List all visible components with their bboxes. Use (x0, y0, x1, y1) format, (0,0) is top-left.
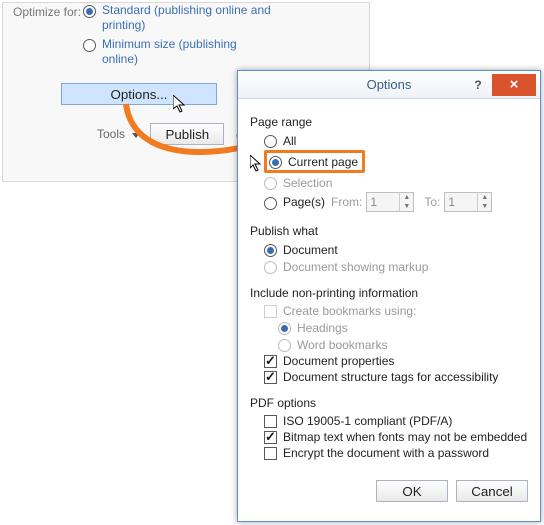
docprops-row[interactable]: Document properties (264, 354, 528, 368)
to-label: To: (424, 195, 440, 209)
structtags-label: Document structure tags for accessibilit… (283, 370, 498, 384)
docprops-label: Document properties (283, 354, 394, 368)
to-spinner[interactable]: ▲▼ (444, 192, 492, 212)
ok-button-label: OK (402, 484, 421, 499)
page-range-current-row[interactable]: Current page (264, 150, 528, 173)
radio-selection (264, 177, 277, 190)
page-range-current-label: Current page (288, 155, 358, 169)
ok-button[interactable]: OK (376, 480, 448, 502)
to-up[interactable]: ▲ (477, 193, 491, 202)
radio-all[interactable] (264, 135, 277, 148)
titlebar[interactable]: Options ? × (238, 71, 540, 99)
publish-markup-row: Document showing markup (264, 259, 528, 274)
cancel-button-label: Cancel (471, 484, 513, 499)
page-range-all-label: All (283, 134, 296, 148)
page-range-pages-label: Page(s) (283, 195, 331, 209)
wordbm-row: Word bookmarks (278, 337, 528, 352)
chk-encrypt[interactable] (264, 447, 277, 460)
bottom-row: Tools Publish (97, 123, 224, 145)
to-down[interactable]: ▼ (477, 202, 491, 211)
optimize-minimum-row[interactable]: Minimum size (publishing online) (83, 37, 272, 67)
radio-current[interactable] (269, 156, 282, 169)
optimize-standard-row[interactable]: Standard (publishing online and printing… (83, 3, 272, 33)
page-range-selection-label: Selection (283, 176, 332, 190)
pdf-options-label: PDF options (250, 396, 528, 410)
publish-markup-label: Document showing markup (283, 260, 428, 274)
publish-document-row[interactable]: Document (264, 242, 528, 257)
radio-markup (264, 261, 277, 274)
bookmarks-label: Create bookmarks using: (283, 304, 416, 318)
bitmap-row[interactable]: Bitmap text when fonts may not be embedd… (264, 430, 528, 444)
from-down[interactable]: ▼ (399, 202, 413, 211)
encrypt-row[interactable]: Encrypt the document with a password (264, 446, 528, 460)
chk-bitmap[interactable] (264, 431, 277, 444)
options-button-label: Options... (110, 87, 167, 102)
chevron-down-icon (132, 133, 140, 138)
from-up[interactable]: ▲ (399, 193, 413, 202)
publish-what-label: Publish what (250, 224, 528, 238)
tools-dropdown[interactable]: Tools (97, 127, 140, 141)
bitmap-label: Bitmap text when fonts may not be embedd… (283, 430, 527, 444)
encrypt-label: Encrypt the document with a password (283, 446, 489, 460)
page-range-all-row[interactable]: All (264, 133, 528, 148)
publish-button-label: Publish (166, 127, 210, 142)
current-page-highlight: Current page (264, 150, 365, 173)
headings-label: Headings (297, 321, 348, 335)
dialog-body: Page range All Current page Selection Pa… (238, 99, 540, 470)
wordbm-label: Word bookmarks (297, 338, 387, 352)
from-spinner[interactable]: ▲▼ (366, 192, 414, 212)
chk-structtags[interactable] (264, 371, 277, 384)
structtags-row[interactable]: Document structure tags for accessibilit… (264, 370, 528, 384)
publish-document-label: Document (283, 243, 338, 257)
cancel-button[interactable]: Cancel (456, 480, 528, 502)
radio-pages[interactable] (264, 197, 277, 210)
iso-label: ISO 19005-1 compliant (PDF/A) (283, 414, 452, 428)
page-range-selection-row: Selection (264, 175, 528, 190)
bookmarks-row: Create bookmarks using: (264, 304, 528, 318)
publish-button[interactable]: Publish (150, 123, 224, 145)
radio-document[interactable] (264, 244, 277, 257)
to-input[interactable] (445, 195, 477, 209)
page-range-label: Page range (250, 115, 528, 129)
page-range-pages-row[interactable]: Page(s) From: ▲▼ To: ▲▼ (264, 192, 528, 212)
include-label: Include non-printing information (250, 286, 528, 300)
iso-row[interactable]: ISO 19005-1 compliant (PDF/A) (264, 414, 528, 428)
headings-row: Headings (278, 320, 528, 335)
radio-wordbm (278, 339, 291, 352)
from-input[interactable] (367, 195, 399, 209)
optimize-standard-label: Standard (publishing online and printing… (102, 3, 272, 33)
radio-standard[interactable] (83, 5, 96, 18)
chk-docprops[interactable] (264, 355, 277, 368)
chk-iso[interactable] (264, 415, 277, 428)
tools-label: Tools (97, 127, 125, 141)
dialog-title: Options (238, 77, 540, 92)
radio-minimum[interactable] (83, 39, 96, 52)
from-label: From: (331, 195, 362, 209)
dialog-footer: OK Cancel (238, 470, 540, 512)
chk-bookmarks (264, 305, 277, 318)
optimize-minimum-label: Minimum size (publishing online) (102, 37, 272, 67)
optimize-label: Optimize for: (13, 5, 81, 19)
options-button[interactable]: Options... (61, 83, 217, 105)
options-dialog: Options ? × Page range All Current page … (237, 70, 541, 522)
optimize-block: Standard (publishing online and printing… (83, 3, 272, 71)
radio-headings (278, 322, 291, 335)
